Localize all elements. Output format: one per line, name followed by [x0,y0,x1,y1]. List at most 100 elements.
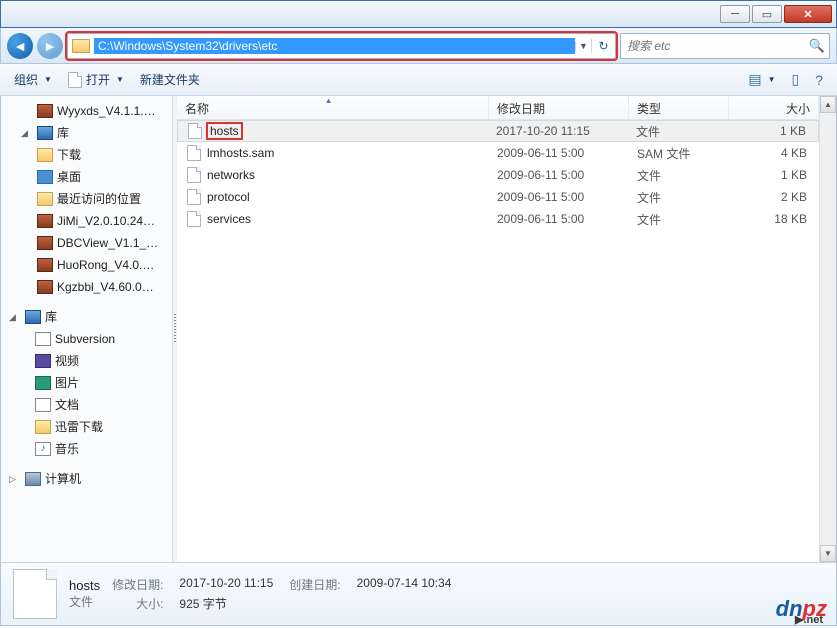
file-date: 2009-06-11 5:00 [489,212,629,226]
details-filename: hosts [69,578,100,593]
item-icon [35,354,51,368]
column-date[interactable]: 修改日期 [489,96,629,119]
item-icon [37,170,53,184]
item-label: 音乐 [55,440,79,458]
open-button[interactable]: 打开▼ [62,69,130,90]
minimize-button[interactable]: ─ [720,5,750,23]
file-date: 2009-06-11 5:00 [489,146,629,160]
file-name: services [207,212,251,226]
organize-menu[interactable]: 组织▼ [8,69,58,90]
column-size[interactable]: 大小 [729,96,819,119]
scroll-track[interactable] [820,113,836,545]
column-name[interactable]: 名称▲ [177,96,489,119]
scroll-up-button[interactable]: ▲ [820,96,836,113]
sidebar-item[interactable]: ◢库 [1,122,172,144]
vertical-scrollbar[interactable]: ▲ ▼ [819,96,836,562]
sidebar-item[interactable]: JiMi_V2.0.10.24… [1,210,172,232]
back-button[interactable]: ◄ [7,33,33,59]
sort-indicator-icon: ▲ [325,96,333,105]
sidebar-library-item[interactable]: ♪音乐 [1,438,172,460]
item-icon [35,420,51,434]
file-type: 文件 [629,211,729,228]
navigation-sidebar: Wyyxds_V4.1.1.…◢库下载桌面最近访问的位置JiMi_V2.0.10… [1,96,173,562]
file-icon [187,167,201,183]
watermark-sub: ▶.net [795,613,823,626]
search-icon[interactable]: 🔍 [805,38,829,54]
address-bar[interactable]: C:\Windows\System32\drivers\etc ▼ ↻ [67,33,616,59]
close-button[interactable]: ✕ [784,5,832,23]
sidebar-library-item[interactable]: 视频 [1,350,172,372]
file-type-icon [13,569,57,619]
item-icon [37,214,53,228]
file-icon [188,123,202,139]
help-button[interactable]: ? [809,70,829,90]
item-label: 下载 [57,146,81,164]
sidebar-item[interactable]: 桌面 [1,166,172,188]
item-label: 计算机 [45,470,81,488]
file-date: 2009-06-11 5:00 [489,168,629,182]
file-size: 4 KB [729,146,819,160]
column-headers: 名称▲ 修改日期 类型 大小 [177,96,819,120]
details-size-value: 925 字节 [179,595,273,612]
scroll-down-button[interactable]: ▼ [820,545,836,562]
details-created-label: 创建日期: [289,576,340,593]
sidebar-library-header[interactable]: ◢库 [1,306,172,328]
search-input[interactable] [621,39,805,53]
file-name: networks [207,168,255,182]
item-icon [35,376,51,390]
sidebar-item[interactable]: 最近访问的位置 [1,188,172,210]
file-date: 2017-10-20 11:15 [488,124,628,138]
item-icon [37,236,53,250]
forward-button[interactable]: ► [37,33,63,59]
sidebar-item[interactable]: HuoRong_V4.0.… [1,254,172,276]
file-date: 2009-06-11 5:00 [489,190,629,204]
computer-icon [25,472,41,486]
item-label: JiMi_V2.0.10.24… [57,212,155,230]
refresh-button[interactable]: ↻ [591,39,615,53]
preview-pane-button[interactable]: ▯ [785,69,805,90]
file-type: 文件 [629,189,729,206]
search-box[interactable]: 🔍 [620,33,830,59]
file-name: lmhosts.sam [207,146,274,160]
view-options-button[interactable]: ▤▼ [742,69,781,90]
address-path[interactable]: C:\Windows\System32\drivers\etc [94,38,575,54]
details-modified-label: 修改日期: [112,576,163,593]
file-row[interactable]: services 2009-06-11 5:00文件18 KB [177,208,819,230]
item-icon [35,398,51,412]
sidebar-library-item[interactable]: 图片 [1,372,172,394]
file-icon [187,145,201,161]
maximize-button[interactable]: ▭ [752,5,782,23]
sidebar-computer[interactable]: ▷计算机 [1,468,172,490]
file-row[interactable]: hosts2017-10-20 11:15文件1 KB [177,120,819,142]
sidebar-library-item[interactable]: 迅雷下载 [1,416,172,438]
file-rows: hosts2017-10-20 11:15文件1 KB lmhosts.sam 20… [177,120,819,562]
file-size: 1 KB [729,168,819,182]
folder-icon [72,39,90,53]
sidebar-item[interactable]: Kgzbbl_V4.60.0… [1,276,172,298]
file-size: 18 KB [729,212,819,226]
chevron-down-icon: ▼ [44,75,52,84]
item-icon [37,192,53,206]
address-dropdown-icon[interactable]: ▼ [575,41,591,51]
file-row[interactable]: protocol2009-06-11 5:00文件2 KB [177,186,819,208]
item-label: 最近访问的位置 [57,190,141,208]
item-label: 库 [45,308,57,326]
nav-bar: ◄ ► C:\Windows\System32\drivers\etc ▼ ↻ … [0,28,837,64]
column-type[interactable]: 类型 [629,96,729,119]
file-row[interactable]: lmhosts.sam2009-06-11 5:00SAM 文件4 KB [177,142,819,164]
item-icon [37,280,53,294]
sidebar-item[interactable]: Wyyxds_V4.1.1.… [1,100,172,122]
library-icon [25,310,41,324]
sidebar-library-item[interactable]: Subversion [1,328,172,350]
splitter-handle[interactable] [173,96,177,562]
sidebar-library-item[interactable]: 文档 [1,394,172,416]
file-row[interactable]: networks2009-06-11 5:00文件1 KB [177,164,819,186]
file-size: 2 KB [729,190,819,204]
sidebar-item[interactable]: DBCView_V1.1_… [1,232,172,254]
file-type: 文件 [628,123,728,140]
file-list-pane: 名称▲ 修改日期 类型 大小 hosts2017-10-20 11:15文件1 … [177,96,819,562]
details-created-value: 2009-07-14 10:34 [357,576,452,593]
sidebar-item[interactable]: 下载 [1,144,172,166]
new-folder-button[interactable]: 新建文件夹 [134,69,206,90]
details-pane: hosts 文件 修改日期: 2017-10-20 11:15 创建日期: 20… [0,562,837,626]
